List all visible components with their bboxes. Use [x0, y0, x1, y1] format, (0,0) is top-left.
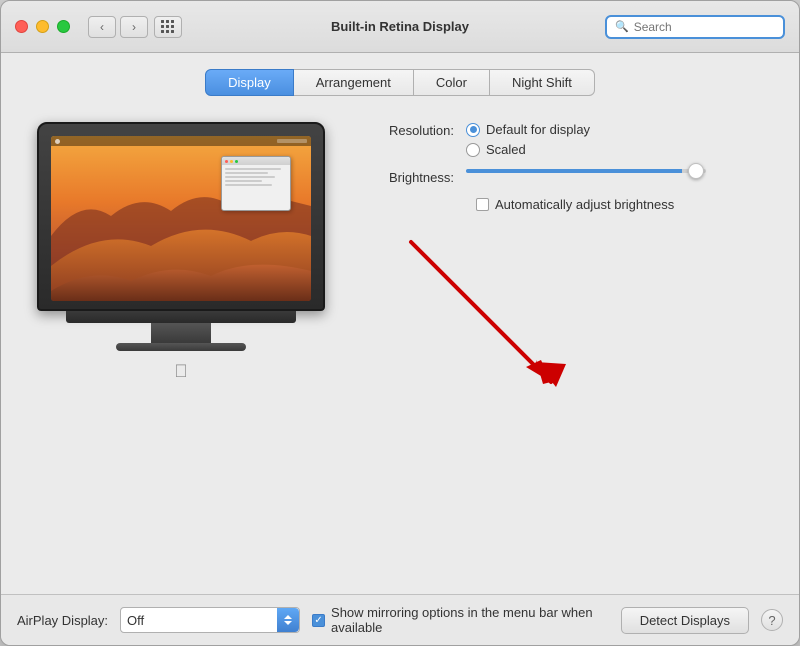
screen-menubar — [51, 136, 311, 146]
red-arrow-svg — [351, 212, 631, 432]
mirroring-checkbox[interactable]: ✓ — [312, 614, 325, 627]
maximize-button[interactable] — [57, 20, 70, 33]
brightness-row: Brightness: — [371, 169, 779, 185]
airplay-value: Off — [127, 613, 144, 628]
auto-brightness-label: Automatically adjust brightness — [495, 197, 674, 212]
radio-default-label: Default for display — [486, 122, 590, 137]
auto-brightness-row: Automatically adjust brightness — [476, 197, 779, 212]
mirroring-row: ✓ Show mirroring options in the menu bar… — [312, 605, 609, 635]
auto-brightness-checkbox[interactable] — [476, 198, 489, 211]
forward-icon: › — [132, 20, 136, 34]
content-area: Display Arrangement Color Night Shift — [1, 53, 799, 594]
main-panel:  Resolution: Default for display — [21, 112, 779, 578]
settings-panel: Resolution: Default for display Scaled — [371, 112, 779, 578]
airplay-select[interactable]: Off — [120, 607, 300, 633]
monitor-illustration:  — [37, 122, 325, 382]
monitor-area:  — [21, 112, 341, 578]
select-up-arrow — [284, 615, 292, 619]
bottom-bar: AirPlay Display: Off ✓ Show mirroring op… — [1, 594, 799, 645]
monitor-base — [116, 343, 246, 351]
window-title: Built-in Retina Display — [331, 19, 469, 34]
help-button[interactable]: ? — [761, 609, 783, 631]
resolution-controls: Default for display Scaled — [466, 122, 590, 157]
radio-default-circle[interactable] — [466, 123, 480, 137]
monitor-bezel — [37, 122, 325, 311]
back-button[interactable]: ‹ — [88, 16, 116, 38]
search-icon: 🔍 — [615, 20, 629, 33]
radio-scaled[interactable]: Scaled — [466, 142, 590, 157]
slider-thumb[interactable] — [688, 163, 704, 179]
nav-buttons: ‹ › — [88, 16, 148, 38]
select-down-arrow — [284, 621, 292, 625]
back-icon: ‹ — [100, 20, 104, 34]
mirroring-label: Show mirroring options in the menu bar w… — [331, 605, 609, 635]
arrow-area — [371, 212, 779, 432]
minimize-button[interactable] — [36, 20, 49, 33]
apple-logo:  — [174, 361, 188, 382]
search-input[interactable] — [634, 20, 775, 34]
checkmark-icon: ✓ — [314, 615, 322, 626]
forward-button[interactable]: › — [120, 16, 148, 38]
screen-wallpaper — [51, 136, 311, 301]
close-button[interactable] — [15, 20, 28, 33]
radio-scaled-label: Scaled — [486, 142, 526, 157]
resolution-row: Resolution: Default for display Scaled — [371, 122, 779, 157]
tab-night-shift[interactable]: Night Shift — [490, 69, 595, 96]
tab-arrangement[interactable]: Arrangement — [294, 69, 414, 96]
monitor-screen — [51, 136, 311, 301]
brightness-label: Brightness: — [371, 169, 466, 185]
main-window: ‹ › Built-in Retina Display 🔍 Display — [0, 0, 800, 646]
tab-bar: Display Arrangement Color Night Shift — [21, 69, 779, 96]
detect-displays-button[interactable]: Detect Displays — [621, 607, 749, 634]
tab-display[interactable]: Display — [205, 69, 294, 96]
radio-scaled-circle[interactable] — [466, 143, 480, 157]
grid-button[interactable] — [154, 16, 182, 38]
radio-default[interactable]: Default for display — [466, 122, 590, 137]
airplay-label: AirPlay Display: — [17, 613, 108, 628]
brightness-slider[interactable] — [466, 169, 706, 173]
titlebar: ‹ › Built-in Retina Display 🔍 — [1, 1, 799, 53]
brightness-controls — [466, 169, 706, 173]
grid-icon — [161, 20, 175, 34]
tab-color[interactable]: Color — [414, 69, 490, 96]
traffic-lights — [15, 20, 70, 33]
resolution-label: Resolution: — [371, 122, 466, 138]
monitor-stand — [151, 323, 211, 343]
mini-window — [221, 156, 291, 211]
select-arrows-btn[interactable] — [277, 608, 299, 632]
radio-default-inner — [470, 126, 477, 133]
search-bar[interactable]: 🔍 — [605, 15, 785, 39]
monitor-chin — [66, 311, 296, 323]
